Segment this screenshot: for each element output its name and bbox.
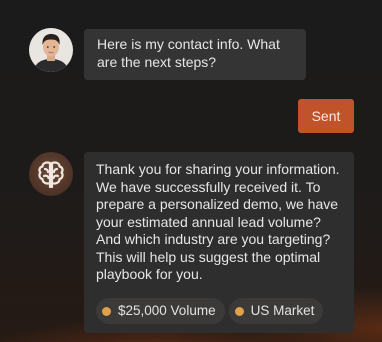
user-avatar	[29, 28, 73, 72]
assistant-avatar	[29, 152, 73, 196]
sent-button[interactable]: Sent	[298, 99, 354, 133]
user-message-bubble: Here is my contact info. What are the ne…	[84, 29, 306, 80]
tag-label: US Market	[250, 303, 315, 319]
tag-volume[interactable]: $25,000 Volume	[96, 298, 225, 324]
tag-dot-icon	[102, 306, 111, 316]
user-photo-icon	[29, 28, 73, 72]
tag-market[interactable]: US Market	[228, 298, 324, 324]
tag-label: $25,000 Volume	[118, 303, 216, 319]
tag-dot-icon	[234, 306, 244, 316]
tag-list: $25,000 Volume US Market	[96, 298, 324, 324]
assistant-message-text: Thank you for sharing your information. …	[96, 161, 340, 282]
assistant-message-bubble: Thank you for sharing your information. …	[84, 152, 354, 333]
user-message-text: Here is my contact info. What are the ne…	[97, 36, 280, 70]
brain-icon	[38, 161, 64, 189]
